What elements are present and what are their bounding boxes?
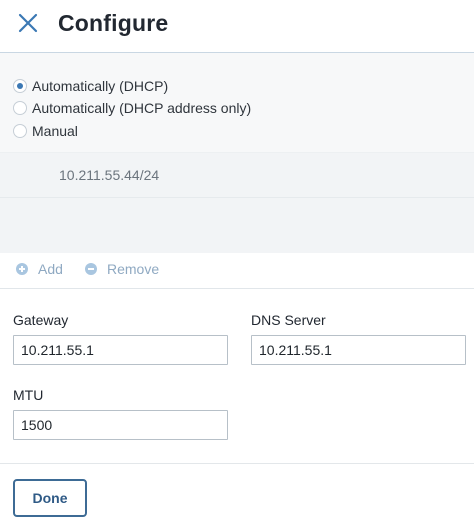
add-button[interactable]: Add [16, 261, 63, 277]
ip-address-list: 10.211.55.44/24 [0, 153, 474, 253]
page-title: Configure [58, 10, 169, 36]
divider [0, 463, 474, 464]
radio-label: Manual [32, 123, 78, 139]
mtu-label: MTU [13, 387, 44, 403]
radio-option-dhcp-address-only[interactable]: Automatically (DHCP address only) [13, 98, 251, 118]
remove-label: Remove [107, 261, 160, 277]
address-toolbar: Add Remove [0, 253, 474, 289]
radio-button-checked[interactable] [13, 79, 27, 93]
ip-mode-radio-group: Automatically (DHCP) Automatically (DHCP… [0, 53, 474, 153]
close-icon[interactable] [17, 12, 39, 34]
network-settings-form: Gateway DNS Server MTU Done [0, 289, 474, 524]
radio-option-manual[interactable]: Manual [13, 121, 78, 141]
radio-option-dhcp[interactable]: Automatically (DHCP) [13, 76, 168, 96]
radio-label: Automatically (DHCP address only) [32, 100, 252, 116]
plus-circle-icon [16, 263, 28, 275]
list-item[interactable]: 10.211.55.44/24 [0, 153, 474, 198]
gateway-label: Gateway [13, 312, 69, 328]
radio-label: Automatically (DHCP) [32, 78, 169, 94]
add-label: Add [38, 261, 63, 277]
radio-button[interactable] [13, 101, 27, 115]
dns-server-input[interactable] [251, 335, 466, 365]
radio-button[interactable] [13, 124, 27, 138]
mtu-input[interactable] [13, 410, 228, 440]
remove-button[interactable]: Remove [85, 261, 159, 277]
dialog-header: Configure [0, 0, 474, 53]
gateway-input[interactable] [13, 335, 228, 365]
minus-circle-icon [85, 263, 97, 275]
ip-address-text: 10.211.55.44/24 [59, 167, 160, 183]
done-button[interactable]: Done [13, 479, 87, 517]
dns-server-label: DNS Server [251, 312, 326, 328]
